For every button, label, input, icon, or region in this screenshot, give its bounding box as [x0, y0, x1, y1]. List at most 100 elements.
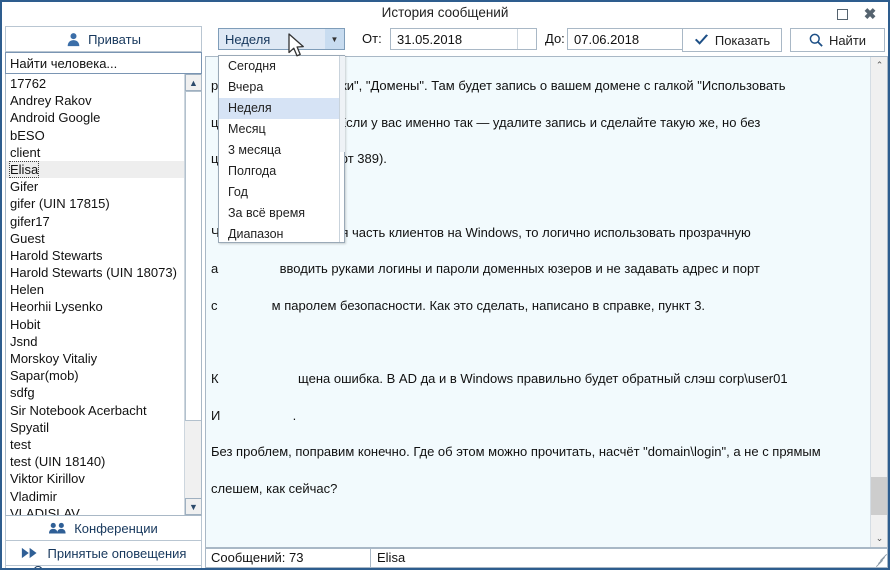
close-icon: ✖: [863, 5, 877, 23]
sidebar-item-sent-alerts[interactable]: Отправленные оповещения: [5, 563, 202, 568]
toolbar: Неделя ▼ От: 31.05.2018 До: 07.06.2018 П…: [205, 28, 888, 56]
list-item-label: gifer17: [10, 213, 50, 229]
date-to-label: До:: [545, 31, 565, 46]
list-item[interactable]: Elisa: [6, 160, 184, 179]
check-icon: [694, 34, 709, 46]
menu-item[interactable]: Полгода: [219, 161, 344, 182]
list-item[interactable]: gifer17: [6, 213, 184, 230]
list-item[interactable]: 17762: [6, 75, 184, 92]
list-item-label: 17762: [10, 76, 47, 91]
list-item[interactable]: VLADISLAV: [6, 505, 184, 516]
list-item[interactable]: Sir Notebook Acerbacht: [6, 402, 184, 419]
list-item[interactable]: Helen: [6, 281, 184, 298]
menu-item[interactable]: Сегодня: [219, 56, 344, 77]
list-item[interactable]: Hobit: [6, 316, 184, 333]
message-scroll-up-icon[interactable]: ⌃: [871, 57, 887, 74]
menu-item[interactable]: Неделя: [219, 98, 344, 119]
privates-header[interactable]: Приваты: [5, 26, 202, 52]
show-button-label: Показать: [714, 32, 771, 48]
scrollbar-thumb[interactable]: [185, 91, 201, 421]
maximize-button[interactable]: [828, 2, 856, 26]
list-item[interactable]: Jsnd: [6, 333, 184, 350]
list-item[interactable]: client: [6, 144, 184, 161]
sidebar-item-conferences[interactable]: Конференции: [5, 516, 202, 541]
message-line: К щена ошибка. В AD да и в Windows прави…: [211, 371, 788, 387]
menu-item[interactable]: За всё время: [219, 203, 344, 224]
scroll-down-icon[interactable]: ▼: [185, 498, 201, 515]
list-item[interactable]: gifer (UIN 17815): [6, 195, 184, 212]
period-dropdown-list[interactable]: Сегодня Вчера Неделя Месяц 3 месяца Полгода Го…: [218, 55, 345, 243]
privates-header-label: Приваты: [88, 31, 141, 47]
list-item[interactable]: Andrey Rakov: [6, 92, 184, 109]
search-input[interactable]: Найти человека...: [5, 52, 202, 74]
message-scroll-down-icon[interactable]: ⌄: [871, 530, 887, 547]
list-item[interactable]: sdfg: [6, 384, 184, 401]
period-combobox-value: Неделя: [225, 31, 271, 47]
date-from-spinner[interactable]: [517, 29, 536, 49]
list-item-label: test: [10, 436, 31, 452]
menu-item[interactable]: 3 месяца: [219, 140, 344, 161]
resize-grip[interactable]: [873, 553, 888, 568]
scroll-up-icon[interactable]: ▲: [185, 74, 201, 91]
list-item-label: Andrey Rakov: [10, 93, 92, 109]
list-item[interactable]: Sapar(mob): [6, 367, 184, 384]
list-item[interactable]: Android Google: [6, 109, 184, 126]
list-item-label: Helen: [10, 282, 44, 298]
message-line: слешем, как сейчас?: [211, 480, 338, 496]
list-item-label: Vladimir: [10, 488, 57, 504]
list-item-label: Android Google: [10, 110, 101, 126]
menu-item[interactable]: Вчера: [219, 77, 344, 98]
list-item[interactable]: Gifer: [6, 178, 184, 195]
list-item-label: Harold Stewarts: [10, 247, 103, 263]
user-icon: [66, 32, 81, 47]
message-line: И .: [211, 407, 297, 423]
list-item[interactable]: Spyatil: [6, 419, 184, 436]
list-item-label: Morskoy Vitaliy: [10, 351, 98, 366]
message-scrollbar[interactable]: ⌃ ⌄: [870, 57, 887, 547]
close-button[interactable]: ✖: [856, 2, 884, 26]
list-item[interactable]: Harold Stewarts: [6, 247, 184, 264]
list-item[interactable]: Heorhii Lysenko: [6, 298, 184, 315]
menu-item[interactable]: Год: [219, 182, 344, 203]
menu-item[interactable]: Диапазон: [219, 224, 344, 245]
list-item[interactable]: test (UIN 18140): [6, 453, 184, 470]
list-item-label: Viktor Kirillov: [10, 471, 85, 487]
menu-item[interactable]: Месяц: [219, 119, 344, 140]
list-item[interactable]: Vladimir: [6, 488, 184, 505]
list-item-label: Heorhii Lysenko: [10, 299, 103, 315]
list-item[interactable]: test: [6, 436, 184, 453]
list-item-label: Gifer: [10, 179, 39, 195]
title-bar: История сообщений ✖: [2, 2, 888, 26]
user-list[interactable]: 17762 Andrey Rakov Android Google bESO clien…: [5, 74, 202, 516]
window-title: История сообщений: [381, 5, 509, 20]
list-item-label: Sapar(mob): [10, 368, 79, 384]
list-item[interactable]: Guest: [6, 230, 184, 247]
maximize-icon: [836, 8, 848, 20]
dropdown-scrollbar[interactable]: [339, 56, 345, 242]
list-item[interactable]: bESO: [6, 127, 184, 144]
chevron-down-icon[interactable]: ▼: [325, 29, 344, 49]
show-button[interactable]: Показать: [682, 28, 782, 52]
list-item-label: Sir Notebook Acerbacht: [10, 402, 147, 418]
list-item[interactable]: Harold Stewarts (UIN 18073): [6, 264, 184, 281]
list-item-label: VLADISLAV: [10, 505, 80, 516]
search-icon: [809, 33, 823, 47]
sidebar-item-received-alerts-label: Принятые оповещения: [47, 545, 187, 561]
user-list-scrollbar[interactable]: ▲ ▼: [184, 74, 201, 515]
sidebar-item-sent-alerts-label: Отправленные оповещения: [33, 563, 201, 568]
dropdown-scrollbar-thumb[interactable]: [340, 56, 345, 152]
date-from-input[interactable]: 31.05.2018: [390, 28, 537, 50]
list-item[interactable]: Viktor Kirillov: [6, 470, 184, 487]
list-item-label: gifer (UIN 17815): [10, 196, 110, 212]
search-input-value: Найти человека...: [10, 55, 118, 71]
list-item-label: Harold Stewarts (UIN 18073): [10, 265, 177, 281]
status-message-count: Сообщений: 73: [206, 549, 371, 567]
list-item-label: bESO: [10, 127, 45, 143]
list-item-label: test (UIN 18140): [10, 454, 106, 470]
list-item[interactable]: Morskoy Vitaliy: [6, 350, 184, 367]
find-button[interactable]: Найти: [790, 28, 885, 52]
message-scrollbar-thumb[interactable]: [871, 477, 887, 515]
period-combobox[interactable]: Неделя ▼: [218, 28, 345, 50]
left-panel: Приваты Найти человека... 17762 Andrey Ra…: [5, 26, 202, 568]
group-icon: [49, 521, 66, 535]
